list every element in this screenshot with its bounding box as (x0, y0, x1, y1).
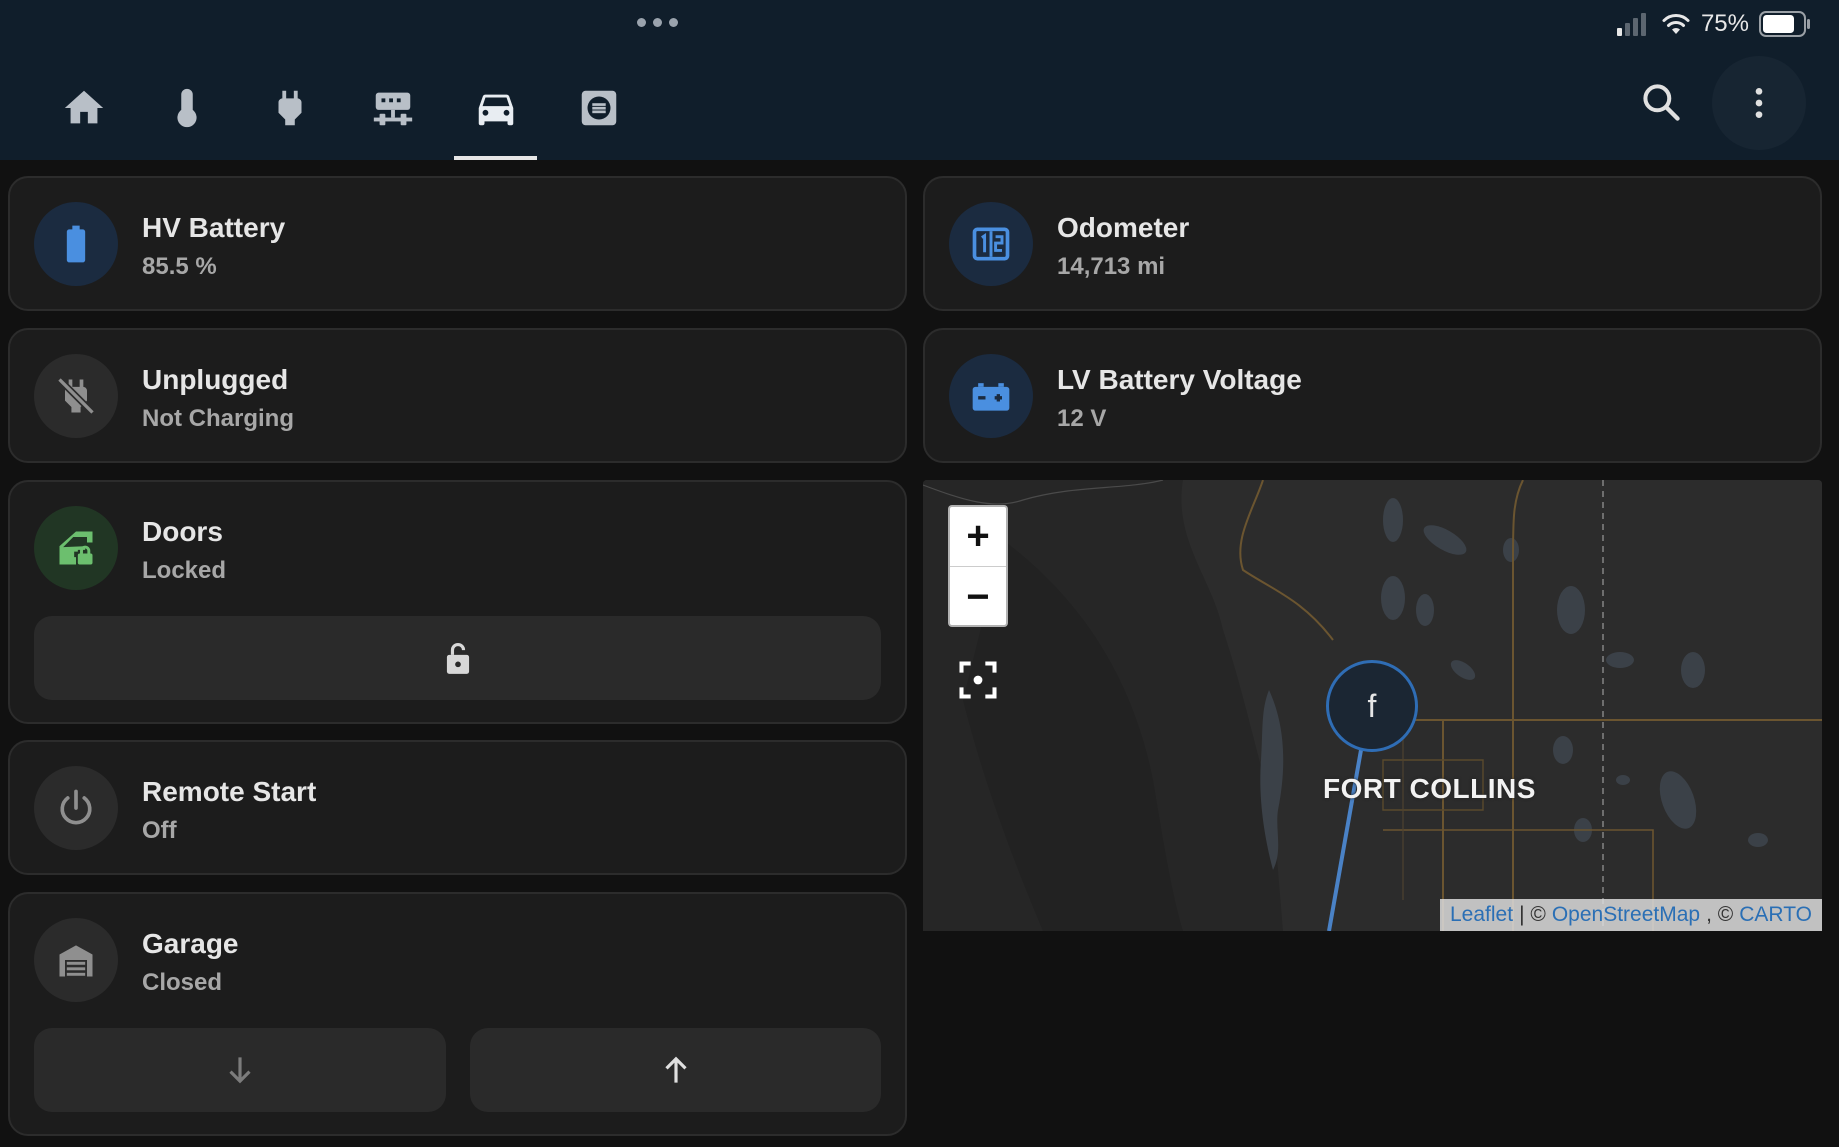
tab-home[interactable] (32, 56, 135, 160)
hv-battery-badge (34, 202, 118, 286)
charging-badge (34, 354, 118, 438)
list-box-icon (581, 90, 616, 126)
hv-battery-title: HV Battery (142, 212, 286, 243)
vehicle-location-map[interactable]: + − f FORT COLLINS Leaflet | © OpenStree… (923, 480, 1822, 931)
leaflet-link[interactable]: Leaflet (1450, 903, 1513, 927)
remote-start-title: Remote Start (142, 776, 317, 807)
garage-icon (59, 945, 93, 977)
remote-start-card[interactable]: Remote Start Off (8, 740, 907, 875)
garage-value: Closed (142, 969, 223, 996)
power-icon (60, 789, 92, 825)
doors-badge (34, 506, 118, 590)
tab-log[interactable] (547, 56, 650, 160)
app-header: 75% (0, 0, 1839, 160)
hv-battery-value: 85.5 % (142, 253, 217, 280)
attribution-separator-2: , © (1706, 903, 1734, 926)
overflow-menu-button[interactable] (1712, 56, 1806, 150)
plug-icon (278, 90, 301, 126)
battery-percent: 75% (1700, 10, 1749, 37)
search-icon (1643, 84, 1680, 121)
network-icon (373, 92, 412, 126)
charging-title: Unplugged (142, 364, 289, 395)
charging-card[interactable]: Unplugged Not Charging (8, 328, 907, 463)
lv-battery-value: 12 V (1057, 405, 1107, 432)
wifi-icon (1662, 14, 1690, 34)
counter-icon (972, 227, 1010, 261)
tab-network[interactable] (341, 56, 444, 160)
multitask-dots[interactable] (637, 18, 678, 27)
garage-close-button[interactable] (34, 1028, 446, 1112)
dots-vertical-icon (1755, 88, 1763, 118)
car-icon (478, 94, 513, 126)
garage-open-button[interactable] (470, 1028, 881, 1112)
lv-battery-title: LV Battery Voltage (1057, 364, 1302, 395)
map-attribution: Leaflet | © OpenStreetMap , © CARTO (1440, 899, 1822, 931)
zoom-in-button[interactable]: + (950, 507, 1006, 567)
fit-bounds-button[interactable] (956, 658, 1000, 702)
hv-battery-card[interactable]: HV Battery 85.5 % (8, 176, 907, 311)
city-label: FORT COLLINS (1323, 773, 1536, 804)
vehicle-marker[interactable]: f (1326, 660, 1418, 752)
doors-title: Doors (142, 516, 223, 547)
tab-energy[interactable] (238, 56, 341, 160)
arrow-down-icon (229, 1057, 251, 1084)
zoom-control: + − (948, 505, 1008, 627)
unlock-button[interactable] (34, 616, 881, 700)
remote-start-value: Off (142, 817, 177, 844)
home-icon (64, 90, 103, 124)
garage-title: Garage (142, 928, 239, 959)
lock-open-icon (446, 643, 469, 674)
focus-icon (959, 661, 997, 699)
power-plug-off-icon (57, 377, 95, 415)
car-battery-icon (972, 383, 1010, 411)
garage-badge (34, 918, 118, 1002)
odometer-value: 14,713 mi (1057, 253, 1166, 280)
openstreetmap-link[interactable]: OpenStreetMap (1552, 903, 1700, 927)
car-door-lock-icon (59, 531, 93, 565)
remote-start-badge (34, 766, 118, 850)
search-button[interactable] (1638, 79, 1684, 125)
odometer-card[interactable]: Odometer 14,713 mi (923, 176, 1822, 311)
odometer-title: Odometer (1057, 212, 1190, 243)
arrow-up-icon (664, 1056, 687, 1083)
thermometer-icon (176, 88, 197, 128)
doors-card[interactable]: Doors Locked (8, 480, 907, 724)
lv-battery-badge (949, 354, 1033, 438)
attribution-separator: | © (1519, 903, 1546, 926)
charging-value: Not Charging (142, 405, 294, 432)
carto-link[interactable]: CARTO (1739, 903, 1812, 927)
lv-battery-card[interactable]: LV Battery Voltage 12 V (923, 328, 1822, 463)
tab-vehicle[interactable] (444, 56, 547, 160)
garage-card[interactable]: Garage Closed (8, 892, 907, 1136)
tab-climate[interactable] (135, 56, 238, 160)
battery-icon (66, 225, 86, 263)
zoom-out-button[interactable]: − (950, 567, 1006, 625)
signal-icon (1616, 13, 1646, 36)
status-bar: 75% (1615, 10, 1811, 38)
odometer-badge (949, 202, 1033, 286)
doors-value: Locked (142, 557, 227, 584)
battery-status-icon (1759, 11, 1810, 37)
view-tabs (32, 56, 650, 160)
